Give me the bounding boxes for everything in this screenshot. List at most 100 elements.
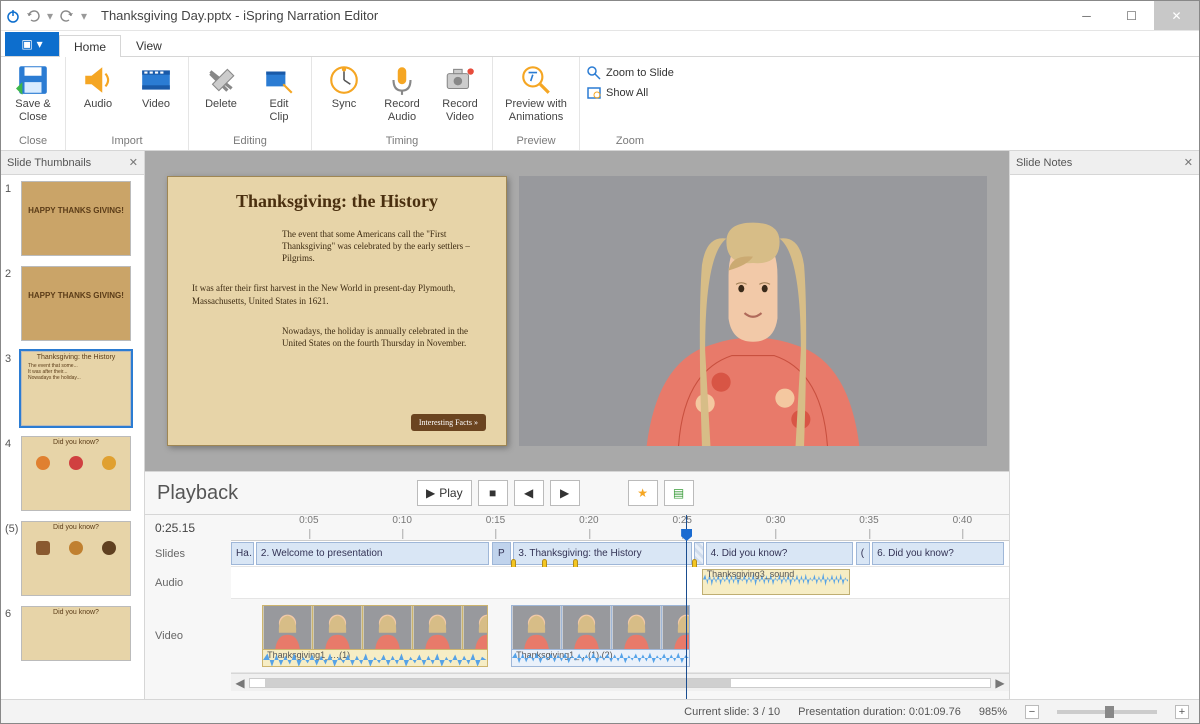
window-title: Thanksgiving Day.pptx - iSpring Narratio… xyxy=(89,8,1064,23)
notes-close-icon[interactable]: ✕ xyxy=(1184,156,1193,169)
thumb-4[interactable]: Did you know? xyxy=(21,436,131,511)
thumb-6[interactable]: Did you know? xyxy=(21,606,131,661)
group-preview: Preview xyxy=(516,134,555,150)
slide-clip-5[interactable]: ( xyxy=(856,542,870,565)
audio-clip[interactable]: Thanksgiving3_sound xyxy=(702,569,850,595)
stop-button[interactable]: ■ xyxy=(478,480,508,506)
group-import: Import xyxy=(111,134,142,150)
thumb-num-1: 1 xyxy=(5,181,17,195)
slide-preview: Thanksgiving: the History The event that… xyxy=(167,176,507,446)
timeline-area[interactable]: 0:05 0:10 0:15 0:20 0:25 0:30 0:35 0:40 … xyxy=(231,515,1009,699)
video-track[interactable]: Thanksgiving1_…(1) xyxy=(231,599,1009,673)
layout-button[interactable]: ▤ xyxy=(664,480,694,506)
qat-dropdown-icon[interactable]: ▾ xyxy=(45,9,55,23)
playback-header: Playback ▶Play ■ ◀ ▶ ★ ▤ xyxy=(145,471,1009,515)
sync-label: Sync xyxy=(332,98,356,111)
zoom-slider[interactable] xyxy=(1057,710,1157,714)
status-current-slide: Current slide: 3 / 10 xyxy=(684,706,780,718)
save-close-label: Save & Close xyxy=(15,98,50,123)
slide-heading: Thanksgiving: the History xyxy=(192,191,482,212)
playhead[interactable] xyxy=(686,515,687,699)
slide-notes-panel: Slide Notes ✕ xyxy=(1009,151,1199,699)
scroll-right-icon[interactable]: ▶ xyxy=(991,676,1009,690)
track-label-audio: Audio xyxy=(145,567,231,599)
prev-button[interactable]: ◀ xyxy=(514,480,544,506)
show-all-button[interactable]: Show All xyxy=(586,85,674,101)
thumb-num-4: 4 xyxy=(5,436,17,450)
slide-thumbnails-panel: Slide Thumbnails ✕ 1 HAPPY THANKS GIVING… xyxy=(1,151,145,699)
audio-button[interactable]: Audio xyxy=(72,61,124,111)
thumbnail-list[interactable]: 1 HAPPY THANKS GIVING! 2 HAPPY THANKS GI… xyxy=(1,175,144,699)
play-button[interactable]: ▶Play xyxy=(417,480,472,506)
qat-dropdown2-icon[interactable]: ▾ xyxy=(79,9,89,23)
thumb-2[interactable]: HAPPY THANKS GIVING! xyxy=(21,266,131,341)
minimize-button[interactable]: ─ xyxy=(1064,1,1109,30)
close-button[interactable]: ✕ xyxy=(1154,1,1199,30)
slide-clip-p[interactable]: P xyxy=(492,542,511,565)
center-area: Thanksgiving: the History The event that… xyxy=(145,151,1009,699)
thumb-1[interactable]: HAPPY THANKS GIVING! xyxy=(21,181,131,256)
preview-animations-label: Preview with Animations xyxy=(505,98,567,123)
slide-clip-2[interactable]: 2. Welcome to presentation xyxy=(256,542,489,565)
record-video-button[interactable]: Record Video xyxy=(434,61,486,123)
zoom-in-button[interactable]: + xyxy=(1175,705,1189,719)
notes-body[interactable] xyxy=(1010,175,1199,699)
next-button[interactable]: ▶ xyxy=(550,480,580,506)
slide-clip-1[interactable]: Ha… xyxy=(231,542,254,565)
quick-access-toolbar: ▾ ▾ xyxy=(1,8,89,24)
record-audio-button[interactable]: Record Audio xyxy=(376,61,428,123)
star-button[interactable]: ★ xyxy=(628,480,658,506)
zoom-to-slide-button[interactable]: Zoom to Slide xyxy=(586,65,674,81)
thumbnails-close-icon[interactable]: ✕ xyxy=(129,156,138,169)
zoom-out-button[interactable]: − xyxy=(1025,705,1039,719)
show-all-label: Show All xyxy=(606,87,648,99)
qat-power-icon[interactable] xyxy=(5,8,21,24)
qat-redo-icon[interactable] xyxy=(59,8,75,24)
zoom-to-slide-label: Zoom to Slide xyxy=(606,67,674,79)
ribbon-tabs: ▣▾ Home View xyxy=(1,31,1199,57)
preview-animations-button[interactable]: Preview with Animations xyxy=(499,61,573,123)
file-tab[interactable]: ▣▾ xyxy=(5,32,59,56)
tab-view[interactable]: View xyxy=(121,34,177,56)
time-readout: 0:25.15 xyxy=(145,515,231,541)
status-zoom: 985% xyxy=(979,706,1007,718)
edit-clip-button[interactable]: Edit Clip xyxy=(253,61,305,123)
scroll-left-icon[interactable]: ◀ xyxy=(231,676,249,690)
slide-paragraph-3: Nowadays, the holiday is annually celebr… xyxy=(192,325,482,349)
group-timing: Timing xyxy=(386,134,419,150)
thumb-5[interactable]: Did you know? xyxy=(21,521,131,596)
delete-label: Delete xyxy=(205,98,237,111)
video-preview xyxy=(519,176,987,446)
slides-track[interactable]: Ha… 2. Welcome to presentation P 3. Than… xyxy=(231,541,1009,567)
record-audio-label: Record Audio xyxy=(384,98,419,123)
group-zoom: Zoom xyxy=(616,134,644,150)
tab-home[interactable]: Home xyxy=(59,35,121,57)
ruler[interactable]: 0:05 0:10 0:15 0:20 0:25 0:30 0:35 0:40 xyxy=(231,515,1009,541)
video-button[interactable]: Video xyxy=(130,61,182,111)
horizontal-scrollbar[interactable]: ◀ ▶ xyxy=(231,673,1009,691)
delete-button[interactable]: Delete xyxy=(195,61,247,111)
maximize-button[interactable]: ☐ xyxy=(1109,1,1154,30)
thumb-num-6: 6 xyxy=(5,606,17,620)
status-bar: Current slide: 3 / 10 Presentation durat… xyxy=(1,699,1199,723)
window-buttons: ─ ☐ ✕ xyxy=(1064,1,1199,30)
thumb-num-3: 3 xyxy=(5,351,17,365)
slide-clip-3[interactable]: 3. Thanksgiving: the History xyxy=(513,542,692,565)
sync-button[interactable]: Sync xyxy=(318,61,370,111)
interesting-facts-button: Interesting Facts » xyxy=(411,414,486,431)
preview-area: Thanksgiving: the History The event that… xyxy=(145,151,1009,471)
thumbnails-title: Slide Thumbnails xyxy=(7,157,91,169)
video-clip-2[interactable]: Thanksgiving1_…(1) (2) xyxy=(511,602,690,667)
thumb-3[interactable]: Thanksgiving: the HistoryThe event that … xyxy=(21,351,131,426)
slide-clip-4[interactable]: 4. Did you know? xyxy=(706,542,854,565)
video-clip-1[interactable]: Thanksgiving1_…(1) xyxy=(262,602,488,667)
timeline: 0:25.15 Slides Audio Video 0:05 0:10 0:1… xyxy=(145,515,1009,699)
group-close: Close xyxy=(19,134,47,150)
save-close-button[interactable]: Save & Close xyxy=(7,61,59,123)
audio-track[interactable]: Thanksgiving3_sound xyxy=(231,567,1009,599)
playback-title: Playback xyxy=(157,482,417,505)
app-window: ▾ ▾ Thanksgiving Day.pptx - iSpring Narr… xyxy=(0,0,1200,724)
slide-paragraph-2: It was after their first harvest in the … xyxy=(192,282,482,306)
qat-undo-icon[interactable] xyxy=(25,8,41,24)
slide-clip-6[interactable]: 6. Did you know? xyxy=(872,542,1004,565)
